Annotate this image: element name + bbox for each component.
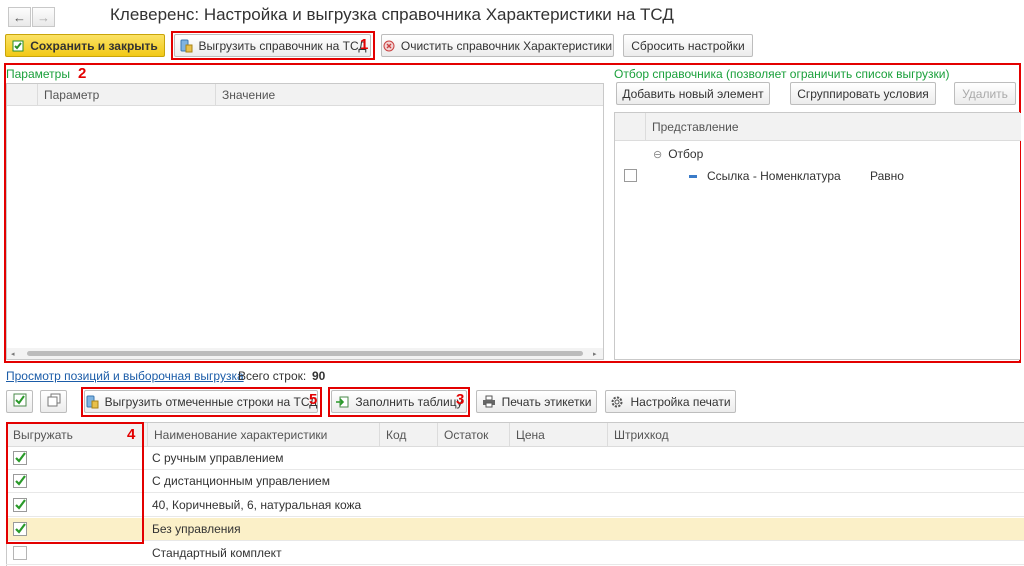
params-table[interactable]: Параметр Значение ◂ ▸ <box>6 83 604 360</box>
col-upload[interactable]: Выгружать <box>7 423 147 446</box>
add-element-button[interactable]: Добавить новый элемент <box>616 82 770 105</box>
reset-settings-label: Сбросить настройки <box>631 38 745 53</box>
gear-icon <box>610 395 624 409</box>
back-button[interactable]: ← <box>8 7 31 27</box>
checkmark-icon <box>15 475 26 486</box>
copy-button[interactable] <box>40 390 67 413</box>
checkmark-icon <box>15 452 26 463</box>
row-upload-checkbox[interactable] <box>13 451 27 465</box>
col-code[interactable]: Код <box>379 423 437 446</box>
row-name: С дистанционным управлением <box>152 474 330 488</box>
table-row[interactable]: 40, Коричневый, 6, натуральная кожа <box>6 494 1024 517</box>
print-labels-button[interactable]: Печать этикетки <box>476 390 597 413</box>
annotation-4: 4 <box>127 426 136 443</box>
save-close-label: Сохранить и закрыть <box>30 38 158 53</box>
row-name: 40, Коричневый, 6, натуральная кожа <box>152 498 362 512</box>
print-labels-label: Печать этикетки <box>501 394 592 409</box>
fill-table-button[interactable]: Заполнить таблицу <box>331 390 467 413</box>
col-price[interactable]: Цена <box>509 423 607 446</box>
table-row[interactable]: С ручным управлением <box>6 447 1024 470</box>
annotation-5: 5 <box>309 391 318 408</box>
clear-catalog-label: Очистить справочник Характеристики <box>400 38 613 53</box>
filter-item-checkbox[interactable] <box>624 169 637 182</box>
annotation-2: 2 <box>78 65 87 82</box>
forward-button[interactable]: → <box>32 7 55 27</box>
filter-tree-header: Представление <box>615 113 1021 141</box>
filter-item-icon <box>689 174 697 178</box>
checkmark-icon <box>15 523 26 534</box>
upload-marked-button[interactable]: Выгрузить отмеченные строки на ТСД <box>84 390 318 413</box>
row-name: Стандартный комплект <box>152 546 282 560</box>
clear-icon <box>383 40 395 52</box>
filter-item-condition[interactable]: Равно <box>870 167 904 185</box>
filter-item-label: Ссылка - Номенклатура <box>707 169 841 183</box>
filter-label: Отбор справочника (позволяет ограничить … <box>614 67 950 81</box>
reset-settings-button[interactable]: Сбросить настройки <box>623 34 753 57</box>
scroll-right-icon[interactable]: ▸ <box>593 350 597 358</box>
row-upload-checkbox[interactable] <box>13 474 27 488</box>
row-upload-checkbox[interactable] <box>13 498 27 512</box>
filter-group-label: Отбор <box>668 147 704 161</box>
save-close-button[interactable]: Сохранить и закрыть <box>5 34 165 57</box>
table-row[interactable]: С дистанционным управлением <box>6 470 1024 493</box>
characteristics-table-header: Выгружать Наименование характеристики Ко… <box>7 423 1024 447</box>
checkmark-icon <box>15 499 26 510</box>
annotation-1: 1 <box>360 36 369 53</box>
row-upload-checkbox[interactable] <box>13 546 27 560</box>
row-upload-checkbox[interactable] <box>13 522 27 536</box>
fill-table-icon <box>335 396 349 408</box>
params-scrollbar-thumb[interactable] <box>27 351 583 356</box>
table-row[interactable]: Стандартный комплект <box>6 542 1024 565</box>
check-all-icon <box>13 393 27 410</box>
row-name: С ручным управлением <box>152 451 284 465</box>
total-rows-value: 90 <box>312 369 326 383</box>
col-barcode[interactable]: Штрихкод <box>607 423 1024 446</box>
upload-device-icon <box>179 39 193 53</box>
table-row-selected[interactable]: Без управления <box>6 518 1024 541</box>
print-settings-label: Настройка печати <box>630 394 731 409</box>
filter-item-row[interactable]: Ссылка - Номенклатура <box>689 167 841 185</box>
scroll-left-icon[interactable]: ◂ <box>11 350 15 358</box>
col-balance[interactable]: Остаток <box>437 423 509 446</box>
copy-icon <box>47 393 61 410</box>
col-param: Параметр <box>37 84 215 105</box>
fill-table-label: Заполнить таблицу <box>355 394 463 409</box>
col-representation: Представление <box>645 113 1021 140</box>
col-value: Значение <box>215 84 603 105</box>
annotation-3: 3 <box>456 391 465 408</box>
upload-catalog-button[interactable]: Выгрузить справочник на ТСД <box>174 34 371 57</box>
upload-catalog-label: Выгрузить справочник на ТСД <box>198 38 367 53</box>
params-table-header: Параметр Значение <box>7 84 603 106</box>
positions-link[interactable]: Просмотр позиций и выборочная выгрузка <box>6 369 244 383</box>
params-label: Параметры <box>6 67 70 81</box>
row-name: Без управления <box>152 522 241 536</box>
filter-tree[interactable]: Представление ⊖ Отбор Ссылка - Номенклат… <box>614 112 1021 360</box>
collapse-icon[interactable]: ⊖ <box>653 148 662 161</box>
filter-group-row[interactable]: ⊖ Отбор <box>653 145 703 163</box>
col-name[interactable]: Наименование характеристики <box>147 423 379 446</box>
delete-button[interactable]: Удалить <box>954 82 1016 105</box>
params-scrollbar[interactable]: ◂ ▸ <box>7 348 603 359</box>
window-title: Клеверенс: Настройка и выгрузка справочн… <box>110 5 674 24</box>
group-conditions-button[interactable]: Сгруппировать условия <box>790 82 936 105</box>
upload-device-icon <box>85 395 99 409</box>
upload-marked-label: Выгрузить отмеченные строки на ТСД <box>104 394 318 409</box>
print-settings-button[interactable]: Настройка печати <box>605 390 736 413</box>
check-all-button[interactable] <box>6 390 33 413</box>
printer-icon <box>482 395 496 408</box>
total-rows-label: Всего строк: <box>238 369 307 383</box>
save-icon <box>12 40 24 52</box>
clear-catalog-button[interactable]: Очистить справочник Характеристики <box>381 34 614 57</box>
